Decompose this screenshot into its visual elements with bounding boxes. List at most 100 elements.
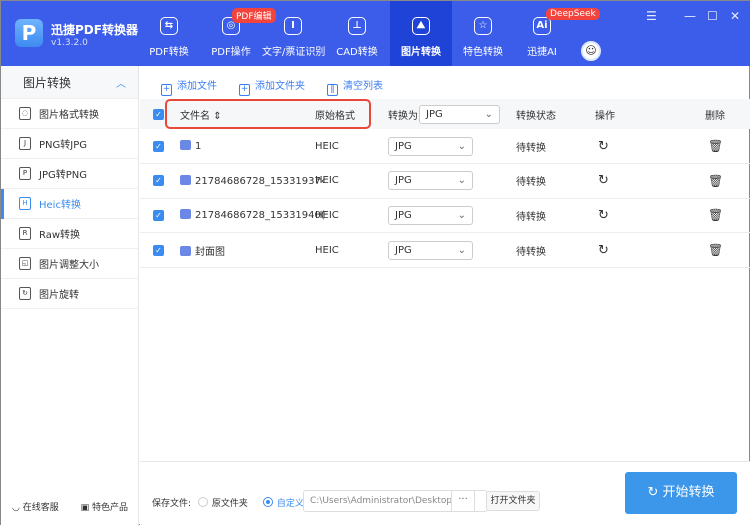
row-checkbox[interactable]: ✓ [153,175,164,187]
highlight-box [165,99,371,129]
image-file-icon [180,140,191,150]
featured-products-link[interactable]: ▣ 特色产品 [81,500,128,513]
chevron-down-icon: ⌄ [457,140,466,152]
nav-tab-2[interactable]: I 文字/票证识别 [262,1,325,66]
ocr-icon: I [284,17,302,35]
table-row: ✓ 21784686728_15331940( HEIC JPG ⌄ 待转换 ↻ … [140,198,750,234]
browse-button[interactable]: ··· [451,490,475,512]
minimize-button[interactable]: — [684,9,696,23]
clear-list-button[interactable]: ‖ 清空列表 [327,77,383,96]
add-folder-icon: + [239,84,250,96]
header-status: 转换状态 [516,110,556,122]
target-format-select[interactable]: JPG ⌄ [388,171,473,191]
target-format-select[interactable]: JPG ⌄ [388,205,473,225]
sidebar-item-icon: P [19,167,31,180]
sidebar-item-icon: ◌ [19,107,31,120]
convert-all-select[interactable]: JPG ⌄ [419,104,500,124]
cad-icon: ⊥ [348,17,366,35]
status: 待转换 [516,177,546,189]
open-folder-button[interactable]: 打开文件夹 [486,491,540,511]
sidebar-item-icon: J [19,137,31,150]
sidebar-item[interactable]: R Raw转换 [1,219,138,249]
refresh-icon[interactable]: ↻ [598,139,609,154]
chevron-up-icon: ︿ [116,78,126,90]
delete-icon[interactable]: 🗑 [708,174,723,188]
add-file-button[interactable]: + 添加文件 [161,77,217,96]
file-name: 21784686728_15331940( [180,209,325,221]
sidebar-item[interactable]: ↻ 图片旋转 [1,279,138,309]
select-all-checkbox[interactable]: ✓ [153,108,164,120]
image-icon: ⛰ [412,17,430,35]
nav-tab-4[interactable]: ⛰ 图片转换 [390,1,452,66]
file-format: HEIC [315,175,339,187]
sidebar-item-label: Heic转换 [39,200,81,211]
row-checkbox[interactable]: ✓ [153,140,164,152]
app-logo: P [15,19,43,47]
sidebar-item[interactable]: ◱ 图片调整大小 [1,249,138,279]
nav-tab-3[interactable]: ⊥ CAD转换 [326,1,388,66]
maximize-button[interactable]: ☐ [707,9,718,23]
status: 待转换 [516,246,546,258]
sidebar-item-icon: H [19,197,31,210]
start-convert-button[interactable]: ↻ 开始转换 [625,472,737,514]
chat-icon: ◡ [11,502,23,513]
nav-tab-0[interactable]: ⇆ PDF转换 [138,1,200,66]
close-button[interactable]: ✕ [730,9,740,23]
sidebar-item-icon: ↻ [19,287,31,300]
menu-icon[interactable]: ☰ [646,9,657,23]
sidebar-item-label: Raw转换 [39,230,81,241]
online-service-link[interactable]: ◡ 在线客服 [12,500,59,513]
sidebar-item-icon: R [19,227,31,240]
image-file-icon [180,245,191,256]
add-file-icon: + [161,84,172,96]
sidebar-group-header[interactable]: 图片转换 ︿ [1,66,138,99]
sidebar-item[interactable]: ◌ 图片格式转换 [1,99,138,129]
header-convert-to: 转换为 [388,110,418,122]
file-format: HEIC [315,244,339,256]
sidebar-item-icon: ◱ [19,257,31,270]
target-format-select[interactable]: JPG ⌄ [388,136,473,156]
refresh-icon[interactable]: ↻ [598,208,609,223]
trash-icon: ‖ [327,84,338,96]
app-name: 迅捷PDF转换器 [51,23,138,37]
toolbar: + 添加文件 + 添加文件夹 ‖ 清空列表 [161,77,383,96]
sidebar-item[interactable]: H Heic转换 [1,189,138,219]
sidebar-item[interactable]: J PNG转JPG [1,129,138,159]
target-format-select[interactable]: JPG ⌄ [388,240,473,260]
sidebar-item-label: 图片格式转换 [39,110,99,121]
row-checkbox[interactable]: ✓ [153,244,164,256]
delete-icon[interactable]: 🗑 [708,208,723,222]
bookmark-icon: ▣ [80,502,93,513]
add-folder-button[interactable]: + 添加文件夹 [239,77,305,96]
star-convert-icon: ☆ [474,17,492,35]
table-row: ✓ 21784686728_15331937‹ HEIC JPG ⌄ 待转换 ↻ … [140,164,750,199]
save-label: 保存文件: [152,499,192,509]
file-name: 封面图 [180,243,225,258]
original-folder-radio[interactable]: 原文件夹 [197,497,248,509]
custom-folder-radio[interactable]: 自定义 [262,497,304,509]
delete-icon[interactable]: 🗑 [708,243,723,257]
user-avatar[interactable]: ☺ [581,41,601,61]
file-format: HEIC [315,209,339,221]
sidebar-item-label: 图片调整大小 [39,260,99,271]
status: 待转换 [516,142,546,154]
file-name: 21784686728_15331937‹ [180,174,325,187]
nav-tab-5[interactable]: ☆ 特色转换 [452,1,514,66]
table-row: ✓ 1 HEIC JPG ⌄ 待转换 ↻ 🗑 [140,129,750,164]
sidebar-item[interactable]: P JPG转PNG [1,159,138,189]
row-checkbox[interactable]: ✓ [153,209,164,221]
refresh-icon[interactable]: ↻ [598,173,609,188]
app-version: v1.3.2.0 [51,38,88,48]
header-operation: 操作 [595,110,615,122]
image-file-icon [180,209,191,220]
sidebar-header-label: 图片转换 [23,75,72,90]
chevron-down-icon: ⌄ [457,209,466,221]
radio-off [197,497,208,507]
refresh-icon[interactable]: ↻ [598,243,609,258]
sidebar-item-label: 图片旋转 [39,290,79,301]
header-delete: 删除 [705,110,725,122]
delete-icon[interactable]: 🗑 [708,139,723,153]
table-row: ✓ 封面图 HEIC JPG ⌄ 待转换 ↻ 🗑 [140,233,750,269]
top-bar: P 迅捷PDF转换器 v1.3.2.0 ⇆ PDF转换 ◎ PDF操作 PDF编辑… [1,1,750,66]
nav-badge: DeepSeek [546,8,600,20]
